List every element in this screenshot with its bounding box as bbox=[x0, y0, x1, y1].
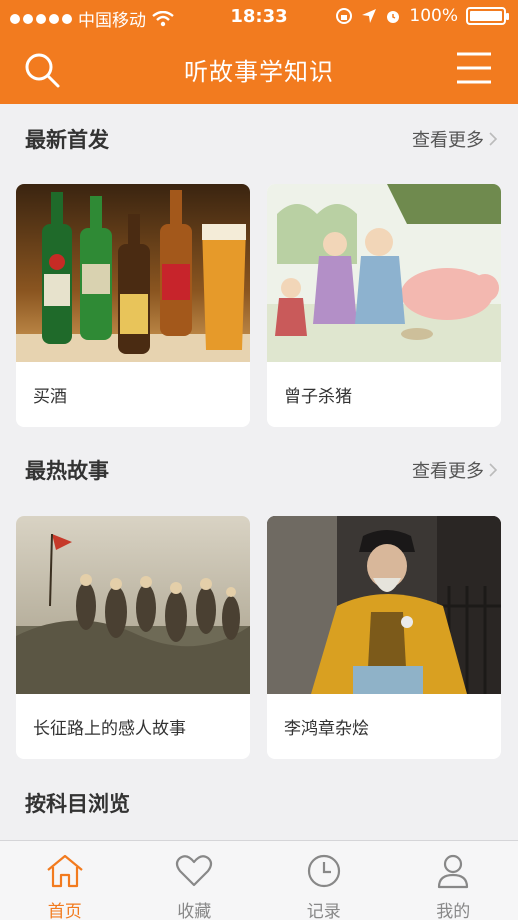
tab-bar: 首页 收藏 记录 我的 bbox=[0, 840, 518, 920]
section-title: 最新首发 bbox=[25, 128, 109, 152]
battery-percent: 100% bbox=[409, 6, 458, 26]
section-browse-header: 按科目浏览 bbox=[0, 782, 518, 822]
story-thumbnail bbox=[267, 184, 501, 362]
tab-label: 记录 bbox=[306, 902, 341, 920]
story-card[interactable]: 长征路上的感人故事 bbox=[16, 516, 250, 759]
story-thumbnail bbox=[16, 516, 250, 694]
see-more-link[interactable]: 查看更多 bbox=[412, 457, 498, 483]
see-more-label: 查看更多 bbox=[412, 461, 484, 482]
tab-label: 首页 bbox=[47, 902, 82, 920]
story-thumbnail bbox=[267, 516, 501, 694]
section-title: 最热故事 bbox=[25, 459, 109, 483]
see-more-label: 查看更多 bbox=[412, 130, 484, 151]
tab-home[interactable]: 首页 bbox=[0, 841, 130, 920]
alarm-icon bbox=[387, 11, 400, 23]
section-title: 按科目浏览 bbox=[25, 792, 130, 816]
story-title: 买酒 bbox=[33, 387, 67, 407]
status-right: 100% bbox=[335, 6, 509, 26]
story-card[interactable]: 李鸿章杂烩 bbox=[267, 516, 501, 759]
story-title: 曾子杀猪 bbox=[284, 387, 352, 407]
story-card[interactable]: 买酒 bbox=[16, 184, 250, 427]
battery-icon bbox=[466, 7, 509, 25]
story-title: 李鸿章杂烩 bbox=[284, 719, 369, 739]
tab-label: 我的 bbox=[436, 902, 471, 920]
status-bar: 中国移动 18:33 100% bbox=[0, 0, 518, 34]
clock-icon bbox=[307, 854, 340, 888]
rotation-lock-icon bbox=[336, 8, 353, 24]
tab-profile[interactable]: 我的 bbox=[389, 841, 518, 920]
menu-icon[interactable] bbox=[454, 50, 494, 86]
tab-favorites[interactable]: 收藏 bbox=[130, 841, 260, 920]
home-icon bbox=[47, 854, 83, 888]
story-thumbnail bbox=[16, 184, 250, 362]
section-latest-header: 最新首发 查看更多 bbox=[0, 118, 518, 158]
tab-history[interactable]: 记录 bbox=[259, 841, 389, 920]
header-bar: 中国移动 18:33 100% 听故事学知识 bbox=[0, 0, 518, 104]
story-title: 长征路上的感人故事 bbox=[33, 719, 186, 739]
chevron-right-icon bbox=[489, 132, 498, 146]
story-card[interactable]: 曾子杀猪 bbox=[267, 184, 501, 427]
page-title: 听故事学知识 bbox=[184, 58, 334, 86]
section-hot-header: 最热故事 查看更多 bbox=[0, 449, 518, 489]
chevron-right-icon bbox=[489, 463, 498, 477]
user-icon bbox=[438, 854, 469, 889]
nav-bar: 听故事学知识 bbox=[0, 34, 518, 104]
location-icon bbox=[362, 9, 377, 23]
tab-label: 收藏 bbox=[177, 902, 212, 920]
heart-icon bbox=[176, 855, 213, 887]
see-more-link[interactable]: 查看更多 bbox=[412, 126, 498, 152]
